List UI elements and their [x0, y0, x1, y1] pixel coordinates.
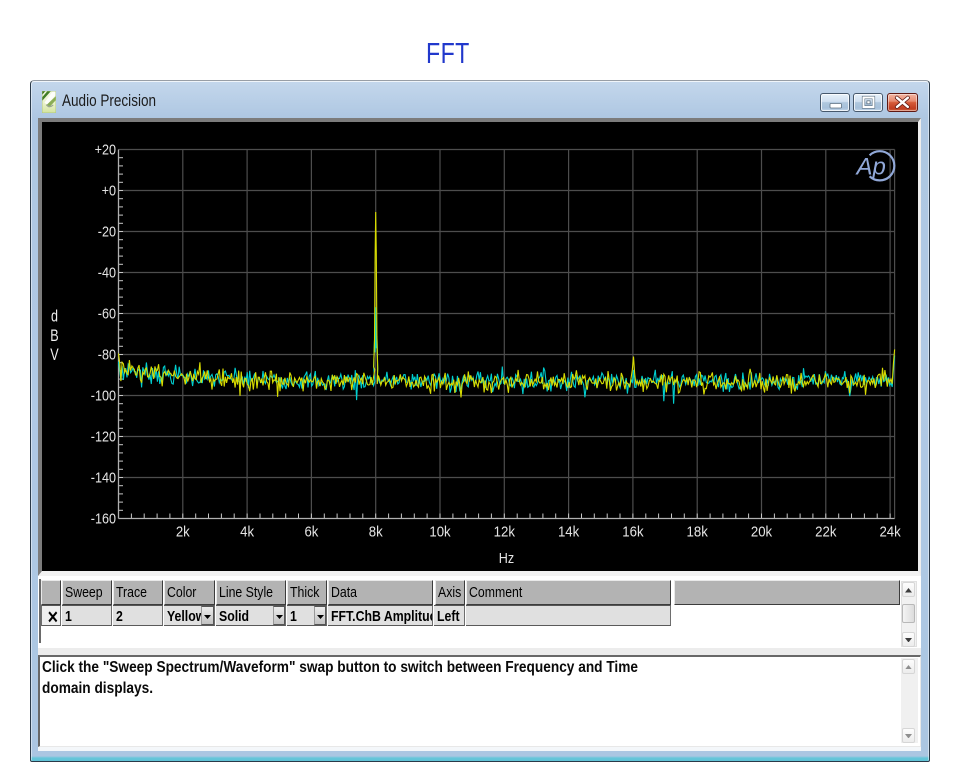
svg-text:22k: 22k: [815, 523, 837, 540]
svg-text:2k: 2k: [176, 523, 190, 540]
svg-text:B: B: [51, 327, 59, 345]
svg-text:Ap: Ap: [855, 153, 886, 180]
svg-text:18k: 18k: [687, 523, 709, 540]
svg-text:16k: 16k: [623, 523, 645, 540]
svg-text:14k: 14k: [558, 523, 580, 540]
svg-text:-140: -140: [91, 469, 116, 486]
svg-text:+0: +0: [102, 182, 116, 199]
svg-text:d: d: [51, 307, 58, 325]
svg-text:-160: -160: [91, 510, 116, 527]
svg-text:12k: 12k: [494, 523, 516, 540]
svg-text:-20: -20: [98, 223, 116, 240]
svg-text:+20: +20: [95, 141, 116, 158]
svg-text:6k: 6k: [305, 523, 319, 540]
svg-text:20k: 20k: [751, 523, 773, 540]
svg-text:24k: 24k: [880, 523, 902, 540]
svg-text:8k: 8k: [369, 523, 383, 540]
svg-text:-60: -60: [98, 305, 116, 322]
svg-text:-100: -100: [91, 387, 116, 404]
svg-text:4k: 4k: [240, 523, 254, 540]
svg-text:-40: -40: [98, 264, 116, 281]
svg-text:-120: -120: [91, 428, 116, 445]
svg-text:V: V: [51, 346, 59, 364]
svg-text:-80: -80: [98, 346, 116, 363]
svg-text:Hz: Hz: [499, 550, 514, 567]
svg-text:10k: 10k: [430, 523, 452, 540]
